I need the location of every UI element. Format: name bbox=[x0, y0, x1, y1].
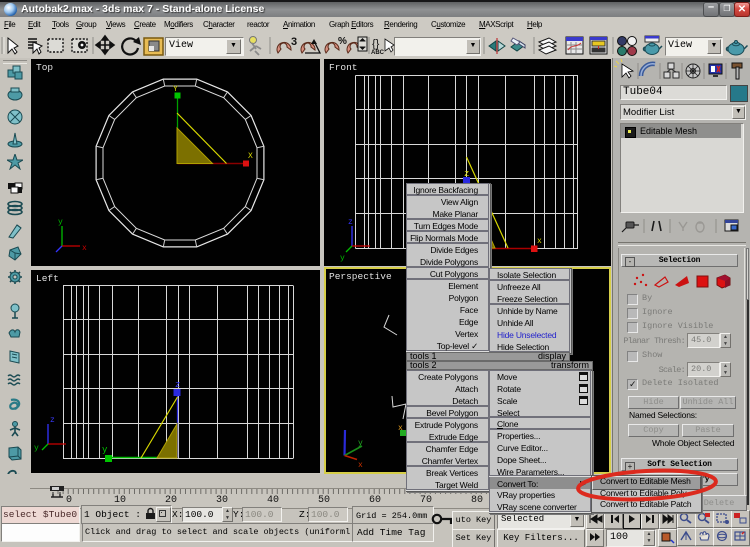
svg-text:%: % bbox=[338, 36, 347, 47]
svg-text:y: y bbox=[358, 439, 363, 448]
svg-text:{}: {} bbox=[372, 38, 380, 50]
svg-text:Perspective: Perspective bbox=[329, 271, 392, 282]
svg-text:z: z bbox=[464, 169, 469, 179]
svg-text:3: 3 bbox=[291, 36, 297, 48]
svg-text:y: y bbox=[102, 445, 108, 455]
svg-text:y: y bbox=[340, 254, 345, 263]
svg-text:x: x bbox=[358, 461, 363, 470]
svg-text:y: y bbox=[34, 444, 39, 453]
svg-text:x: x bbox=[398, 424, 403, 433]
svg-text:z: z bbox=[348, 218, 353, 227]
svg-text:z: z bbox=[175, 380, 180, 390]
svg-text:y: y bbox=[58, 218, 63, 227]
svg-text:Left: Left bbox=[36, 273, 59, 284]
svg-text:z: z bbox=[50, 416, 55, 425]
svg-text:ABC: ABC bbox=[371, 50, 385, 56]
svg-text:x: x bbox=[537, 237, 542, 246]
svg-text:Top: Top bbox=[36, 62, 53, 73]
svg-text:X: X bbox=[248, 152, 253, 161]
svg-text:Y: Y bbox=[173, 85, 178, 94]
svg-text:Front: Front bbox=[329, 62, 358, 73]
svg-text:x: x bbox=[82, 244, 87, 253]
